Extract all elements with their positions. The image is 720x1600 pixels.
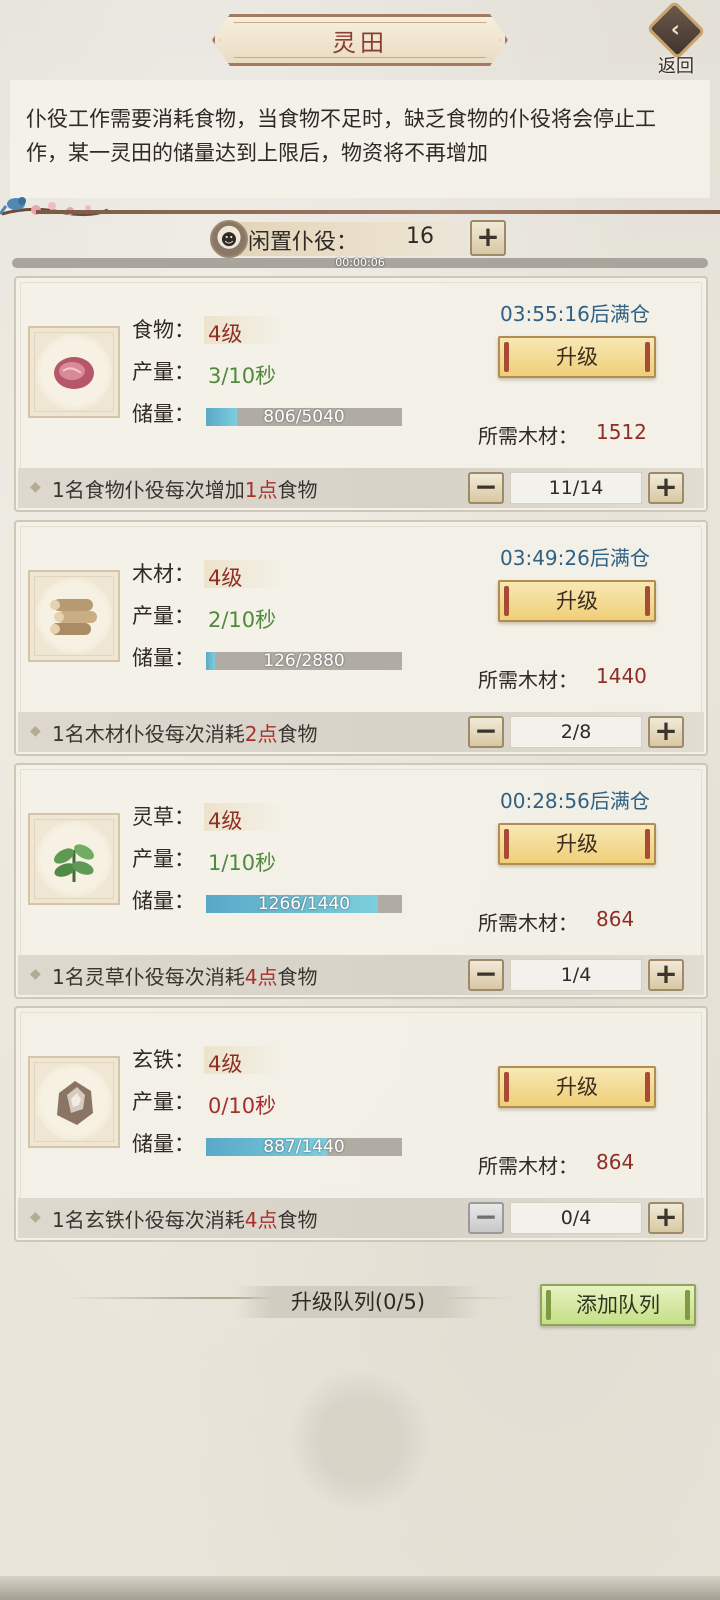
decrease-workers-button[interactable]: −: [468, 716, 504, 748]
upgrade-button[interactable]: 升级: [498, 1066, 656, 1108]
decrease-workers-button[interactable]: −: [468, 1202, 504, 1234]
iron-ore-icon: [57, 1081, 93, 1125]
level-text: 4级: [208, 322, 243, 346]
storage-text: 806/5040: [263, 407, 345, 427]
upgrade-button[interactable]: 升级: [498, 580, 656, 622]
field-card-4: 玄铁： 4级 产量： 0/10秒 储量： 887/1440 升级 所需木材： 8…: [14, 1006, 708, 1242]
wood-logs-icon: [50, 599, 97, 635]
upgrade-queue-label: 升级队列(0/5): [236, 1286, 480, 1318]
add-queue-button[interactable]: 添加队列: [540, 1284, 696, 1326]
card-footer: ◆ 1名玄铁仆役每次消耗4点食物 − 0/4 +: [18, 1198, 704, 1238]
diamond-icon: ◆: [30, 479, 41, 495]
storage-text: 126/2880: [263, 651, 345, 671]
resource-name: 食物：: [132, 318, 195, 342]
increase-workers-button[interactable]: +: [648, 959, 684, 991]
item-frame: [28, 813, 120, 905]
branch-divider: [36, 210, 720, 214]
cost-value: 864: [596, 1150, 635, 1174]
cost-label: 所需木材：: [478, 424, 578, 448]
cost-value: 1512: [596, 420, 647, 444]
item-frame: [28, 326, 120, 418]
output-rate: 3/10秒: [208, 364, 277, 388]
output-label: 产量：: [132, 847, 195, 871]
output-label: 产量：: [132, 1090, 195, 1114]
back-button[interactable]: ‹ 返回: [640, 0, 712, 78]
item-frame: [28, 570, 120, 662]
storage-bar: 887/1440: [206, 1137, 402, 1157]
card-footer: ◆ 1名灵草仆役每次消耗4点食物 − 1/4 +: [18, 955, 704, 995]
field-card-2: 木材： 4级 产量： 2/10秒 储量： 126/2880 03:49:26后满…: [14, 520, 708, 756]
output-rate: 2/10秒: [208, 608, 277, 632]
worker-progress-timer: 00:00:06: [335, 256, 385, 269]
increase-workers-button[interactable]: +: [648, 716, 684, 748]
idle-workers-row: ☻ 闲置仆役： 16 +: [210, 218, 520, 260]
resource-name: 木材：: [132, 562, 195, 586]
workers-assigned: 2/8: [510, 716, 642, 748]
add-worker-button[interactable]: +: [470, 220, 506, 256]
page-title: 灵田: [332, 28, 388, 57]
workers-assigned: 11/14: [510, 472, 642, 504]
worker-effect-text: 1名灵草仆役每次消耗4点食物: [52, 965, 318, 989]
worker-effect-text: 1名玄铁仆役每次消耗4点食物: [52, 1208, 318, 1232]
resource-name: 灵草：: [132, 805, 195, 829]
output-rate: 0/10秒: [208, 1094, 277, 1118]
worker-avatar-icon: ☻: [210, 220, 248, 258]
herb-icon: [54, 844, 94, 882]
upgrade-button[interactable]: 升级: [498, 336, 656, 378]
card-footer: ◆ 1名食物仆役每次增加1点食物 − 11/14 +: [18, 468, 704, 508]
worker-effect-text: 1名食物仆役每次增加1点食物: [52, 478, 318, 502]
storage-text: 887/1440: [263, 1137, 345, 1157]
level-text: 4级: [208, 566, 243, 590]
diamond-icon: ◆: [30, 1209, 41, 1225]
increase-workers-button[interactable]: +: [648, 1202, 684, 1234]
full-timer: 03:49:26后满仓: [500, 546, 650, 570]
cost-label: 所需木材：: [478, 911, 578, 935]
storage-label: 储量：: [132, 646, 195, 670]
resource-name: 玄铁：: [132, 1048, 195, 1072]
storage-label: 储量：: [132, 1132, 195, 1156]
output-label: 产量：: [132, 604, 195, 628]
full-timer: 03:55:16后满仓: [500, 302, 650, 326]
description-box: 仆役工作需要消耗食物，当食物不足时，缺乏食物的仆役将会停止工作，某一灵田的储量达…: [10, 80, 710, 198]
cost-label: 所需木材：: [478, 668, 578, 692]
output-label: 产量：: [132, 360, 195, 384]
card-footer: ◆ 1名木材仆役每次消耗2点食物 − 2/8 +: [18, 712, 704, 752]
storage-bar: 1266/1440: [206, 894, 402, 914]
storage-label: 储量：: [132, 402, 195, 426]
storage-bar: 806/5040: [206, 407, 402, 427]
level-text: 4级: [208, 809, 243, 833]
bottom-strip: [0, 1576, 720, 1600]
diamond-icon: ◆: [30, 966, 41, 982]
item-frame: [28, 1056, 120, 1148]
diamond-icon: ◆: [30, 723, 41, 739]
back-icon: ‹: [646, 0, 706, 60]
cost-value: 1440: [596, 664, 647, 688]
bird-branch-icon: [0, 197, 109, 217]
title-banner: 灵田: [212, 14, 508, 66]
storage-text: 1266/1440: [257, 894, 351, 914]
upgrade-button[interactable]: 升级: [498, 823, 656, 865]
increase-workers-button[interactable]: +: [648, 472, 684, 504]
output-rate: 1/10秒: [208, 851, 277, 875]
meat-icon: [54, 357, 94, 389]
field-card-3: 灵草： 4级 产量： 1/10秒 储量： 1266/1440 00:28:56后…: [14, 763, 708, 999]
description-text: 仆役工作需要消耗食物，当食物不足时，缺乏食物的仆役将会停止工作，某一灵田的储量达…: [26, 107, 656, 165]
worker-effect-text: 1名木材仆役每次消耗2点食物: [52, 722, 318, 746]
cost-value: 864: [596, 907, 635, 931]
background-emblem: [290, 1370, 430, 1510]
field-card-1: 食物： 4级 产量： 3/10秒 储量： 806/5040 03:55:16后满…: [14, 276, 708, 512]
decrease-workers-button[interactable]: −: [468, 472, 504, 504]
decrease-workers-button[interactable]: −: [468, 959, 504, 991]
idle-workers-count: 16: [406, 224, 434, 249]
idle-workers-label: 闲置仆役：: [248, 230, 359, 255]
workers-assigned: 1/4: [510, 959, 642, 991]
cost-label: 所需木材：: [478, 1154, 578, 1178]
full-timer: 00:28:56后满仓: [500, 789, 650, 813]
storage-label: 储量：: [132, 889, 195, 913]
level-text: 4级: [208, 1052, 243, 1076]
workers-assigned: 0/4: [510, 1202, 642, 1234]
storage-bar: 126/2880: [206, 651, 402, 671]
